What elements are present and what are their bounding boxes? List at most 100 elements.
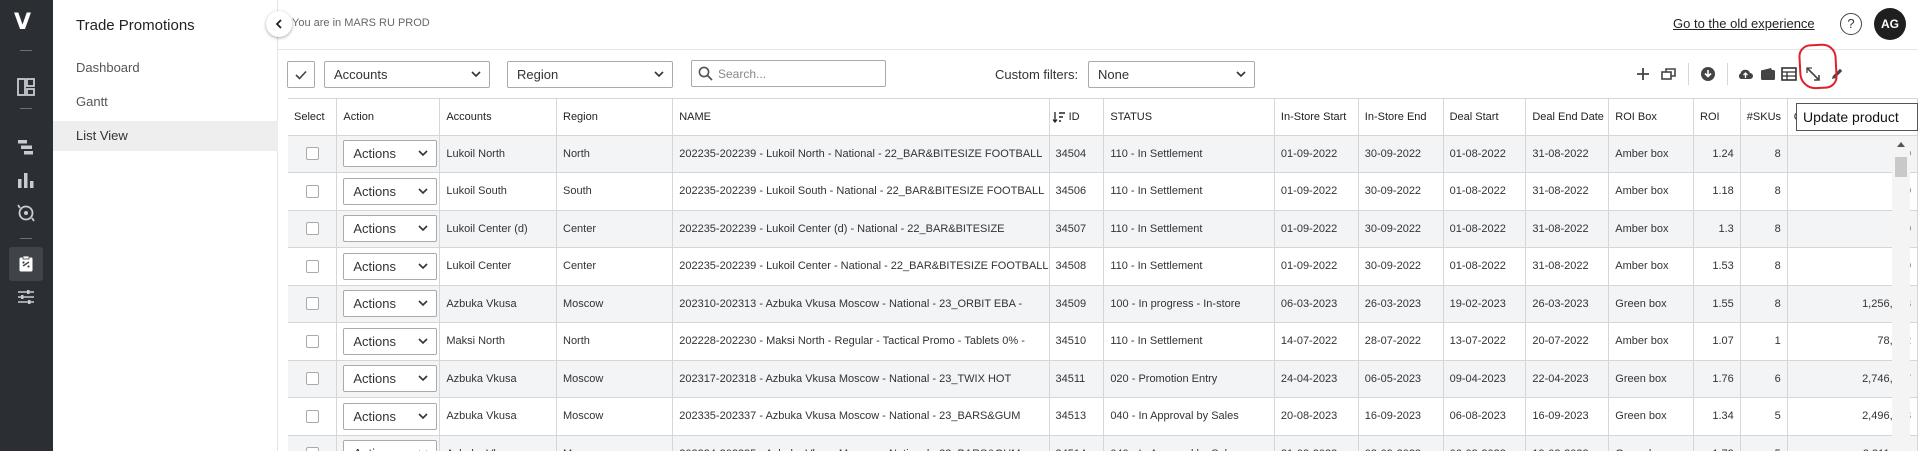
search-icon xyxy=(698,66,713,81)
cell-name[interactable]: 202228-202230 - Maksi North - Regular - … xyxy=(672,322,1050,361)
cell-instore-end: 30-09-2022 xyxy=(1358,135,1444,173)
row-checkbox[interactable] xyxy=(305,372,319,386)
column-header-skus[interactable]: #SKUs xyxy=(1740,99,1788,136)
old-experience-link[interactable]: Go to the old experience xyxy=(1673,16,1815,31)
row-actions-dropdown[interactable]: Actions xyxy=(343,327,438,355)
column-header-status[interactable]: STATUS xyxy=(1103,99,1275,136)
wallet-icon[interactable] xyxy=(1757,63,1779,85)
table-row[interactable]: Actions Lukoil South South 202235-202239 - … xyxy=(288,172,1918,211)
cell-name[interactable]: 202317-202318 - Azbuka Vkusa Moscow - Na… xyxy=(672,360,1050,398)
row-action-cell: Actions xyxy=(336,322,441,361)
row-checkbox[interactable] xyxy=(305,409,319,423)
table-row[interactable]: Actions Azbuka Vkusa Moscow 202310-202313 -… xyxy=(288,285,1918,323)
column-header-roi-box[interactable]: ROI Box xyxy=(1608,99,1695,136)
table-row[interactable]: Actions Azbuka Vkusa Moscow 202335-202337 -… xyxy=(288,397,1918,436)
cell-region: Moscow xyxy=(556,435,674,451)
cell-deal-start: 01-08-2022 xyxy=(1443,247,1527,286)
top-bar: You are in MARS RU PROD Go to the old ex… xyxy=(278,0,1918,50)
sidebar-item-gantt[interactable]: Gantt xyxy=(53,87,278,117)
app-logo[interactable]: V xyxy=(14,10,38,35)
column-header-id[interactable]: ID xyxy=(1049,99,1105,136)
search-input[interactable] xyxy=(718,64,878,83)
row-actions-dropdown[interactable]: Actions xyxy=(343,252,438,280)
column-header-deal-start[interactable]: Deal Start xyxy=(1443,99,1527,136)
sliders-icon[interactable] xyxy=(14,285,38,309)
cell-deal-end: 31-08-2022 xyxy=(1525,172,1610,211)
scrollbar-thumb[interactable] xyxy=(1895,157,1907,177)
cell-instore-end: 26-03-2023 xyxy=(1358,285,1444,323)
row-checkbox[interactable] xyxy=(305,447,319,451)
table-row[interactable]: Actions Lukoil Center (d) Center 202235-202… xyxy=(288,210,1918,248)
cell-account: Lukoil South xyxy=(439,172,557,211)
cell-name[interactable]: 202235-202239 - Lukoil South - National … xyxy=(672,172,1050,211)
cell-name[interactable]: 202334-202335 - Azbuka Vkusa Moscow - Na… xyxy=(672,435,1050,451)
custom-filters-select[interactable]: None xyxy=(1088,61,1255,88)
help-icon[interactable]: ? xyxy=(1840,13,1862,35)
column-header-instore-end[interactable]: In-Store End xyxy=(1358,99,1444,136)
cell-name[interactable]: 202235-202239 - Lukoil North - National … xyxy=(672,135,1050,173)
table-row[interactable]: Actions Lukoil Center Center 202235-202239 … xyxy=(288,247,1918,286)
row-actions-label: Actions xyxy=(353,183,396,199)
column-header-region[interactable]: Region xyxy=(556,99,674,136)
bulk-select-button[interactable] xyxy=(287,61,315,88)
add-icon[interactable] xyxy=(1632,63,1654,85)
row-checkbox[interactable] xyxy=(305,297,319,311)
annotation-highlight xyxy=(1797,43,1839,90)
row-actions-label: Actions xyxy=(353,258,396,274)
user-avatar[interactable]: AG xyxy=(1874,8,1906,40)
column-header-roi[interactable]: ROI xyxy=(1693,99,1741,136)
row-action-cell: Actions xyxy=(336,247,441,286)
column-header-accounts[interactable]: Accounts xyxy=(439,99,557,136)
cloud-upload-icon[interactable] xyxy=(1734,63,1756,85)
copy-icon[interactable] xyxy=(1658,63,1680,85)
region-filter[interactable]: Region xyxy=(507,61,673,88)
row-checkbox[interactable] xyxy=(305,184,319,198)
column-header-instore-start[interactable]: In-Store Start xyxy=(1274,99,1359,136)
row-actions-label: Actions xyxy=(353,446,396,451)
row-actions-dropdown[interactable]: Actions xyxy=(343,215,438,243)
collapse-sidebar-button[interactable] xyxy=(266,11,292,37)
table-row[interactable]: Actions Lukoil North North 202235-202239 - … xyxy=(288,135,1918,173)
cell-status: 110 - In Settlement xyxy=(1103,135,1275,173)
sidebar-item-list-view[interactable]: List View xyxy=(53,121,278,151)
vertical-scrollbar[interactable] xyxy=(1892,136,1910,451)
accounts-filter[interactable]: Accounts xyxy=(324,61,490,88)
sidebar-item-dashboard[interactable]: Dashboard xyxy=(53,53,278,83)
cell-name[interactable]: 202235-202239 - Lukoil Center - National… xyxy=(672,247,1050,286)
column-header-select[interactable]: Select xyxy=(288,99,338,136)
column-header-name[interactable]: NAME xyxy=(672,99,1050,136)
row-actions-label: Actions xyxy=(353,221,396,237)
column-header-deal-end[interactable]: Deal End Date xyxy=(1525,99,1610,136)
table-update-icon[interactable] xyxy=(1778,63,1800,85)
cell-deal-start: 13-07-2022 xyxy=(1443,322,1527,361)
chart-icon[interactable] xyxy=(14,168,38,192)
cell-deal-start: 09-04-2023 xyxy=(1443,360,1527,398)
row-checkbox[interactable] xyxy=(305,259,319,273)
row-checkbox[interactable] xyxy=(305,334,319,348)
row-checkbox[interactable] xyxy=(305,147,319,161)
table-row[interactable]: Actions Azbuka Vkusa Moscow 202317-202318 -… xyxy=(288,360,1918,398)
cell-roi-box: Green box xyxy=(1608,285,1695,323)
cell-name[interactable]: 202335-202337 - Azbuka Vkusa Moscow - Na… xyxy=(672,397,1050,436)
row-actions-dropdown[interactable]: Actions xyxy=(343,402,438,430)
gantt-icon[interactable] xyxy=(14,135,38,159)
row-actions-dropdown[interactable]: Actions xyxy=(343,440,438,451)
cell-name[interactable]: 202235-202239 - Lukoil Center (d) - Nati… xyxy=(672,210,1050,248)
row-actions-dropdown[interactable]: Actions xyxy=(343,140,438,168)
row-actions-dropdown[interactable]: Actions xyxy=(343,177,438,205)
refresh-cycle-icon[interactable] xyxy=(14,201,38,225)
row-action-cell: Actions xyxy=(336,435,441,451)
table-row[interactable]: Actions Azbuka VkusaMoscow202334-202335 -… xyxy=(288,435,1918,451)
promotions-icon[interactable] xyxy=(9,247,43,281)
row-actions-dropdown[interactable]: Actions xyxy=(343,290,438,318)
cell-name[interactable]: 202310-202313 - Azbuka Vkusa Moscow - Na… xyxy=(672,285,1050,323)
row-actions-dropdown[interactable]: Actions xyxy=(343,365,438,393)
column-header-action[interactable]: Action xyxy=(336,99,441,136)
row-select-cell xyxy=(288,285,338,323)
cell-roi: 1.24 xyxy=(1693,135,1741,173)
dashboard-icon[interactable] xyxy=(14,75,38,99)
scroll-up-arrow-icon[interactable] xyxy=(1896,140,1906,148)
table-row[interactable]: Actions Maksi North North 202228-202230 - M… xyxy=(288,322,1918,361)
download-icon[interactable] xyxy=(1697,63,1719,85)
row-checkbox[interactable] xyxy=(305,222,319,236)
